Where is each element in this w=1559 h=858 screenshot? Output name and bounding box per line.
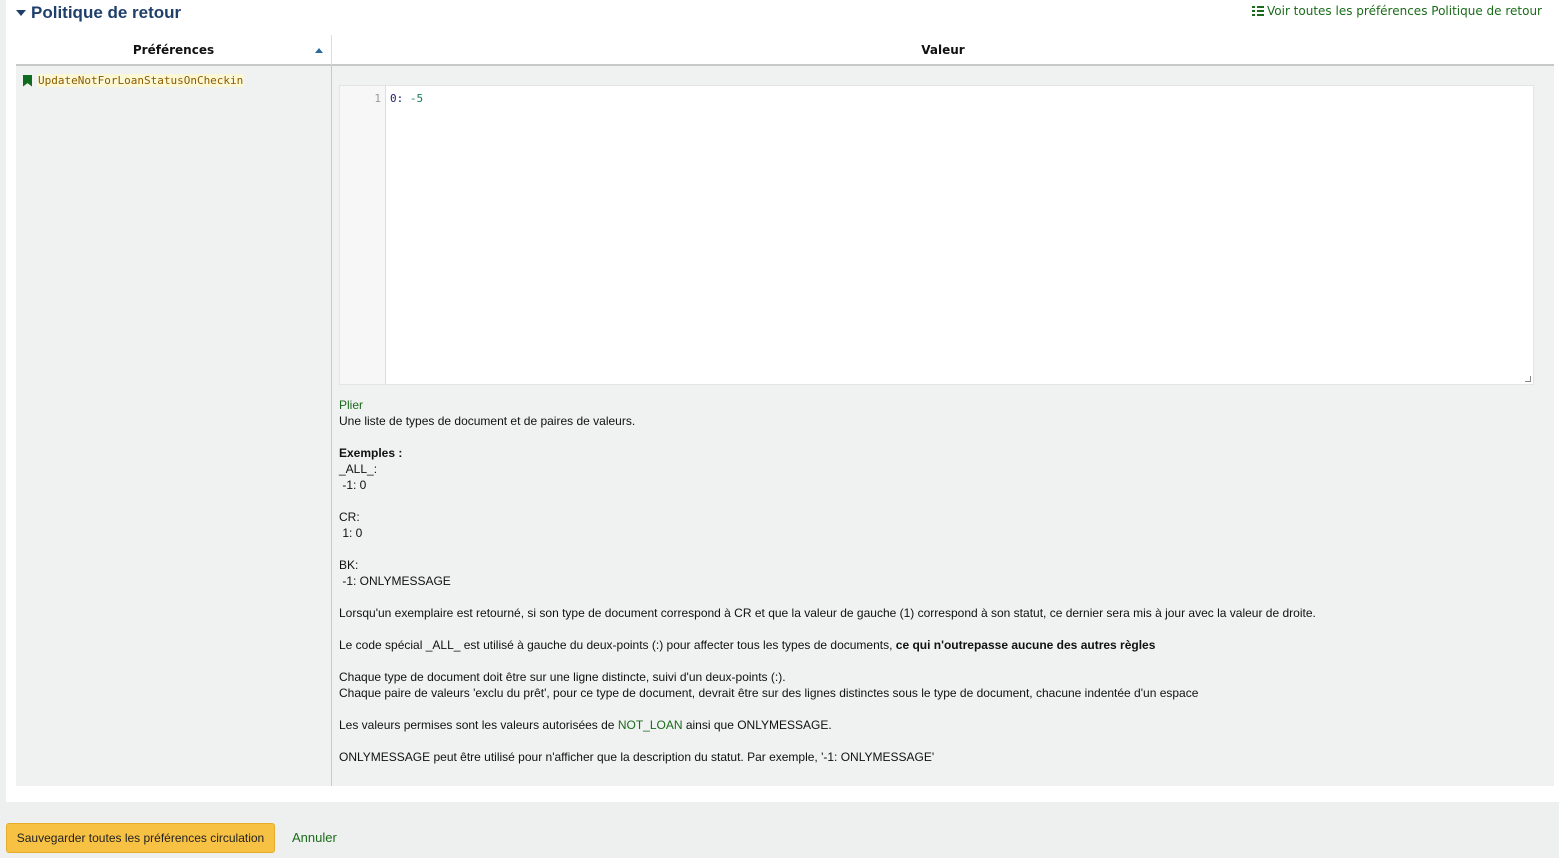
example-pair: -1: ONLYMESSAGE <box>339 574 451 588</box>
description-intro: Une liste de types de document et de pai… <box>339 414 636 428</box>
resize-handle-icon[interactable] <box>1525 376 1531 382</box>
description-paragraph: Chaque paire de valeurs 'exclu du prêt',… <box>339 686 1199 700</box>
save-all-preferences-button[interactable]: Sauvegarder toutes les préférences circu… <box>6 823 275 853</box>
example-type: BK: <box>339 558 359 572</box>
paragraph-text: ainsi que ONLYMESSAGE. <box>682 718 832 732</box>
example-pair: -1: 0 <box>339 478 367 492</box>
bookmark-icon[interactable] <box>23 74 32 87</box>
code-editor[interactable]: 1 0: -5 <box>339 85 1534 385</box>
paragraph-bold-text: ce qui n'outrepasse aucune des autres rè… <box>895 638 1156 652</box>
column-header-preferences[interactable]: Préférences <box>16 35 332 66</box>
preference-name-cell: UpdateNotForLoanStatusOnCheckin <box>16 66 332 786</box>
column-header-value-label: Valeur <box>921 42 965 57</box>
cancel-link[interactable]: Annuler <box>292 830 337 845</box>
caret-down-icon[interactable] <box>16 10 26 16</box>
code-value: -5 <box>409 92 424 105</box>
not-loan-link[interactable]: NOT_LOAN <box>618 718 683 732</box>
preferences-panel: Politique de retour Voir toutes les préf… <box>6 0 1559 802</box>
paragraph-text: Les valeurs permises sont les valeurs au… <box>339 718 618 732</box>
code-line[interactable]: 0: -5 <box>390 92 423 105</box>
description-paragraph: ONLYMESSAGE peut être utilisé pour n'aff… <box>339 750 935 764</box>
view-all-preferences-link[interactable]: Voir toutes les préférences Politique de… <box>1251 4 1542 18</box>
paragraph-text: Le code spécial _ALL_ est utilisé à gauc… <box>339 638 896 652</box>
line-number-gutter: 1 <box>340 86 386 384</box>
description-paragraph: Le code spécial _ALL_ est utilisé à gauc… <box>339 637 1539 653</box>
preference-name: UpdateNotForLoanStatusOnCheckin <box>23 74 245 87</box>
preference-description: Plier Une liste de types de document et … <box>339 397 1539 765</box>
sort-ascending-icon <box>315 48 323 53</box>
preference-code: UpdateNotForLoanStatusOnCheckin <box>37 74 245 87</box>
column-header-preferences-label: Préférences <box>132 42 215 57</box>
line-number: 1 <box>374 92 381 105</box>
examples-title: Exemples : <box>339 446 403 460</box>
preferences-table: Préférences Valeur UpdateNotForLoanStatu… <box>16 35 1554 786</box>
description-paragraph: Lorsqu'un exemplaire est retourné, si so… <box>339 606 1316 620</box>
description-paragraph: Chaque type de document doit être sur un… <box>339 670 786 684</box>
collapse-link[interactable]: Plier <box>339 398 363 412</box>
description-paragraph: Les valeurs permises sont les valeurs au… <box>339 717 1539 733</box>
preference-value-cell: 1 0: -5 Plier Une liste de types de docu… <box>332 66 1554 786</box>
example-type: _ALL_: <box>339 462 378 476</box>
column-header-value[interactable]: Valeur <box>332 35 1554 66</box>
section-title: Politique de retour <box>31 3 182 22</box>
example-type: CR: <box>339 510 360 524</box>
section-header[interactable]: Politique de retour <box>16 3 181 23</box>
list-icon <box>1251 6 1264 16</box>
view-all-label[interactable]: Voir toutes les préférences Politique de… <box>1267 4 1542 18</box>
example-pair: 1: 0 <box>339 526 363 540</box>
code-key: 0: <box>390 92 404 105</box>
